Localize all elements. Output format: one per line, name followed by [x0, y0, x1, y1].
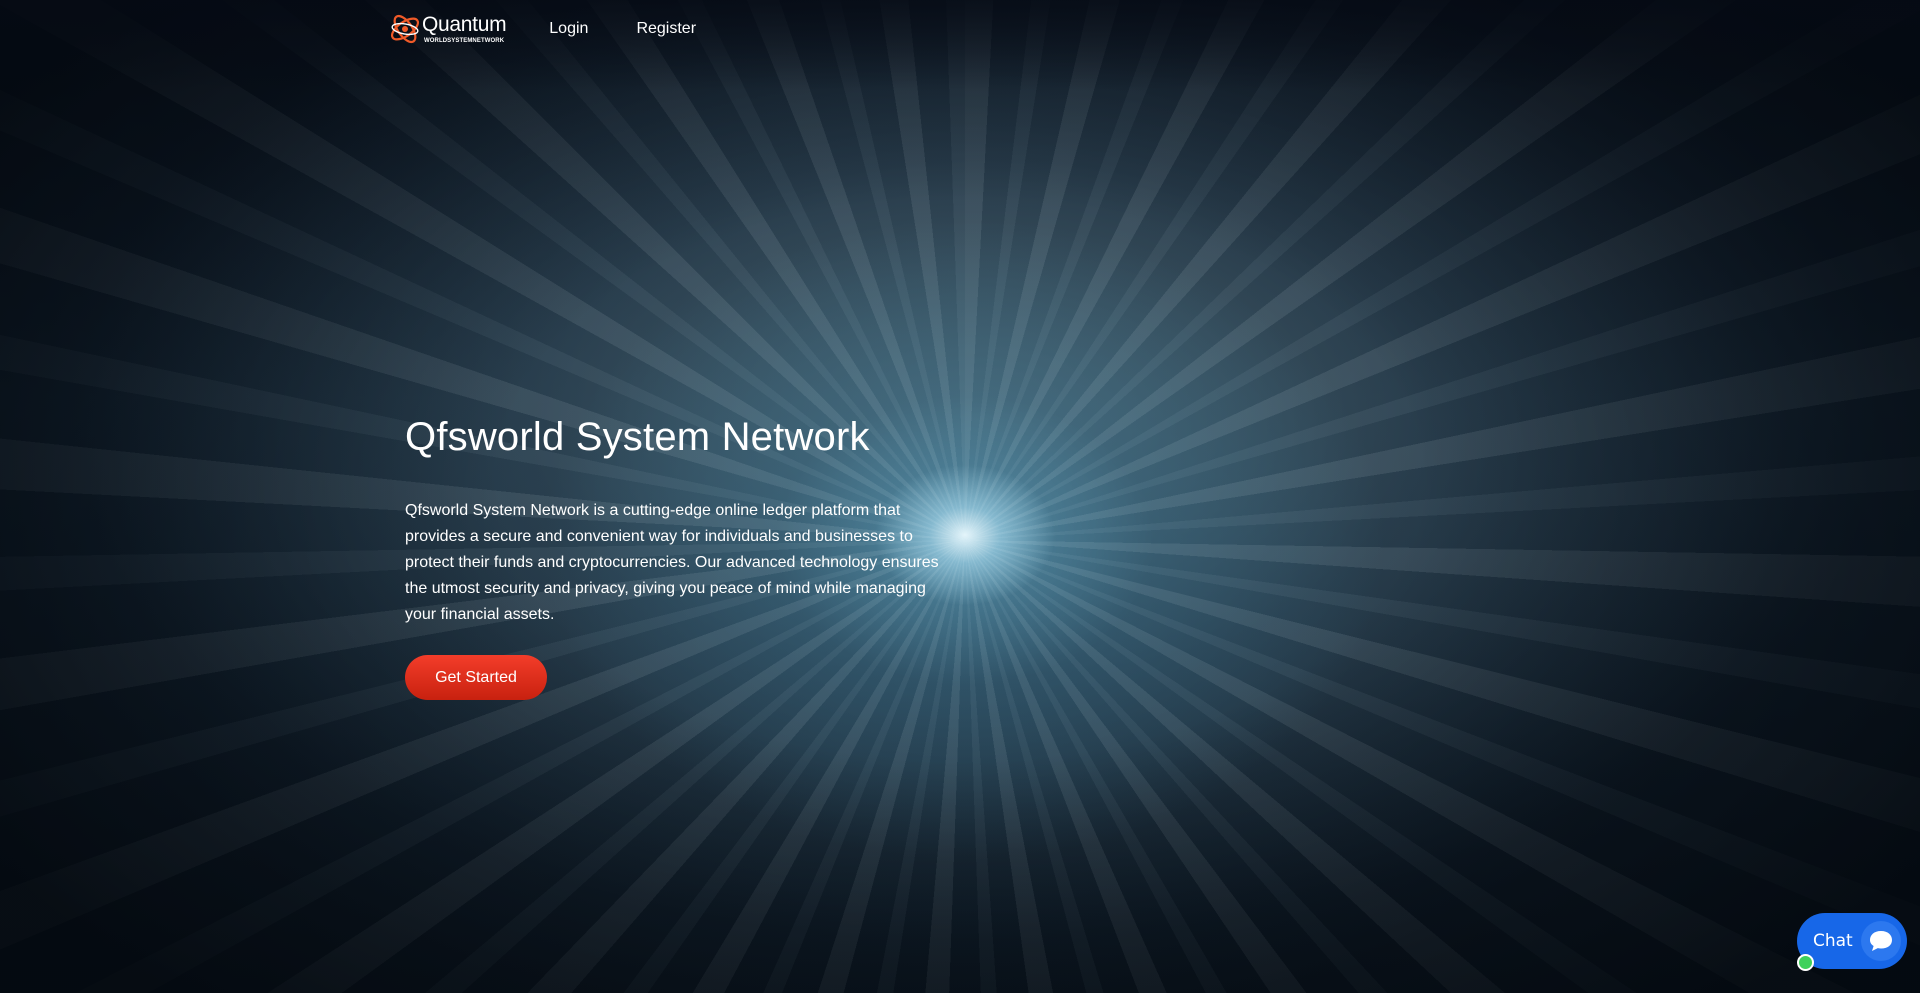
- speech-bubble-icon: [1861, 921, 1901, 961]
- logo-wordmark: Quantum WORLDSYSTEMNETWORK: [422, 13, 507, 44]
- page: Quantum WORLDSYSTEMNETWORK Login Registe…: [0, 0, 1920, 993]
- hero-section: Qfsworld System Network Qfsworld System …: [405, 408, 965, 700]
- hero-title: Qfsworld System Network: [405, 415, 870, 459]
- main-nav: Login Register: [549, 20, 744, 38]
- nav-login-link[interactable]: Login: [549, 20, 588, 38]
- online-status-dot: [1797, 954, 1814, 971]
- chat-label: Chat: [1813, 931, 1853, 951]
- site-logo[interactable]: Quantum WORLDSYSTEMNETWORK: [388, 11, 507, 47]
- hero-description: Qfsworld System Network is a cutting-edg…: [405, 502, 939, 623]
- nav-register-link[interactable]: Register: [636, 20, 696, 38]
- logo-title: Quantum: [422, 13, 507, 36]
- atom-orbit-logo-icon: [390, 14, 420, 44]
- get-started-button[interactable]: Get Started: [405, 655, 547, 700]
- header-shade: [0, 0, 1920, 90]
- logo-subtitle: WORLDSYSTEMNETWORK: [424, 38, 505, 44]
- site-header: Quantum WORLDSYSTEMNETWORK Login Registe…: [388, 0, 744, 58]
